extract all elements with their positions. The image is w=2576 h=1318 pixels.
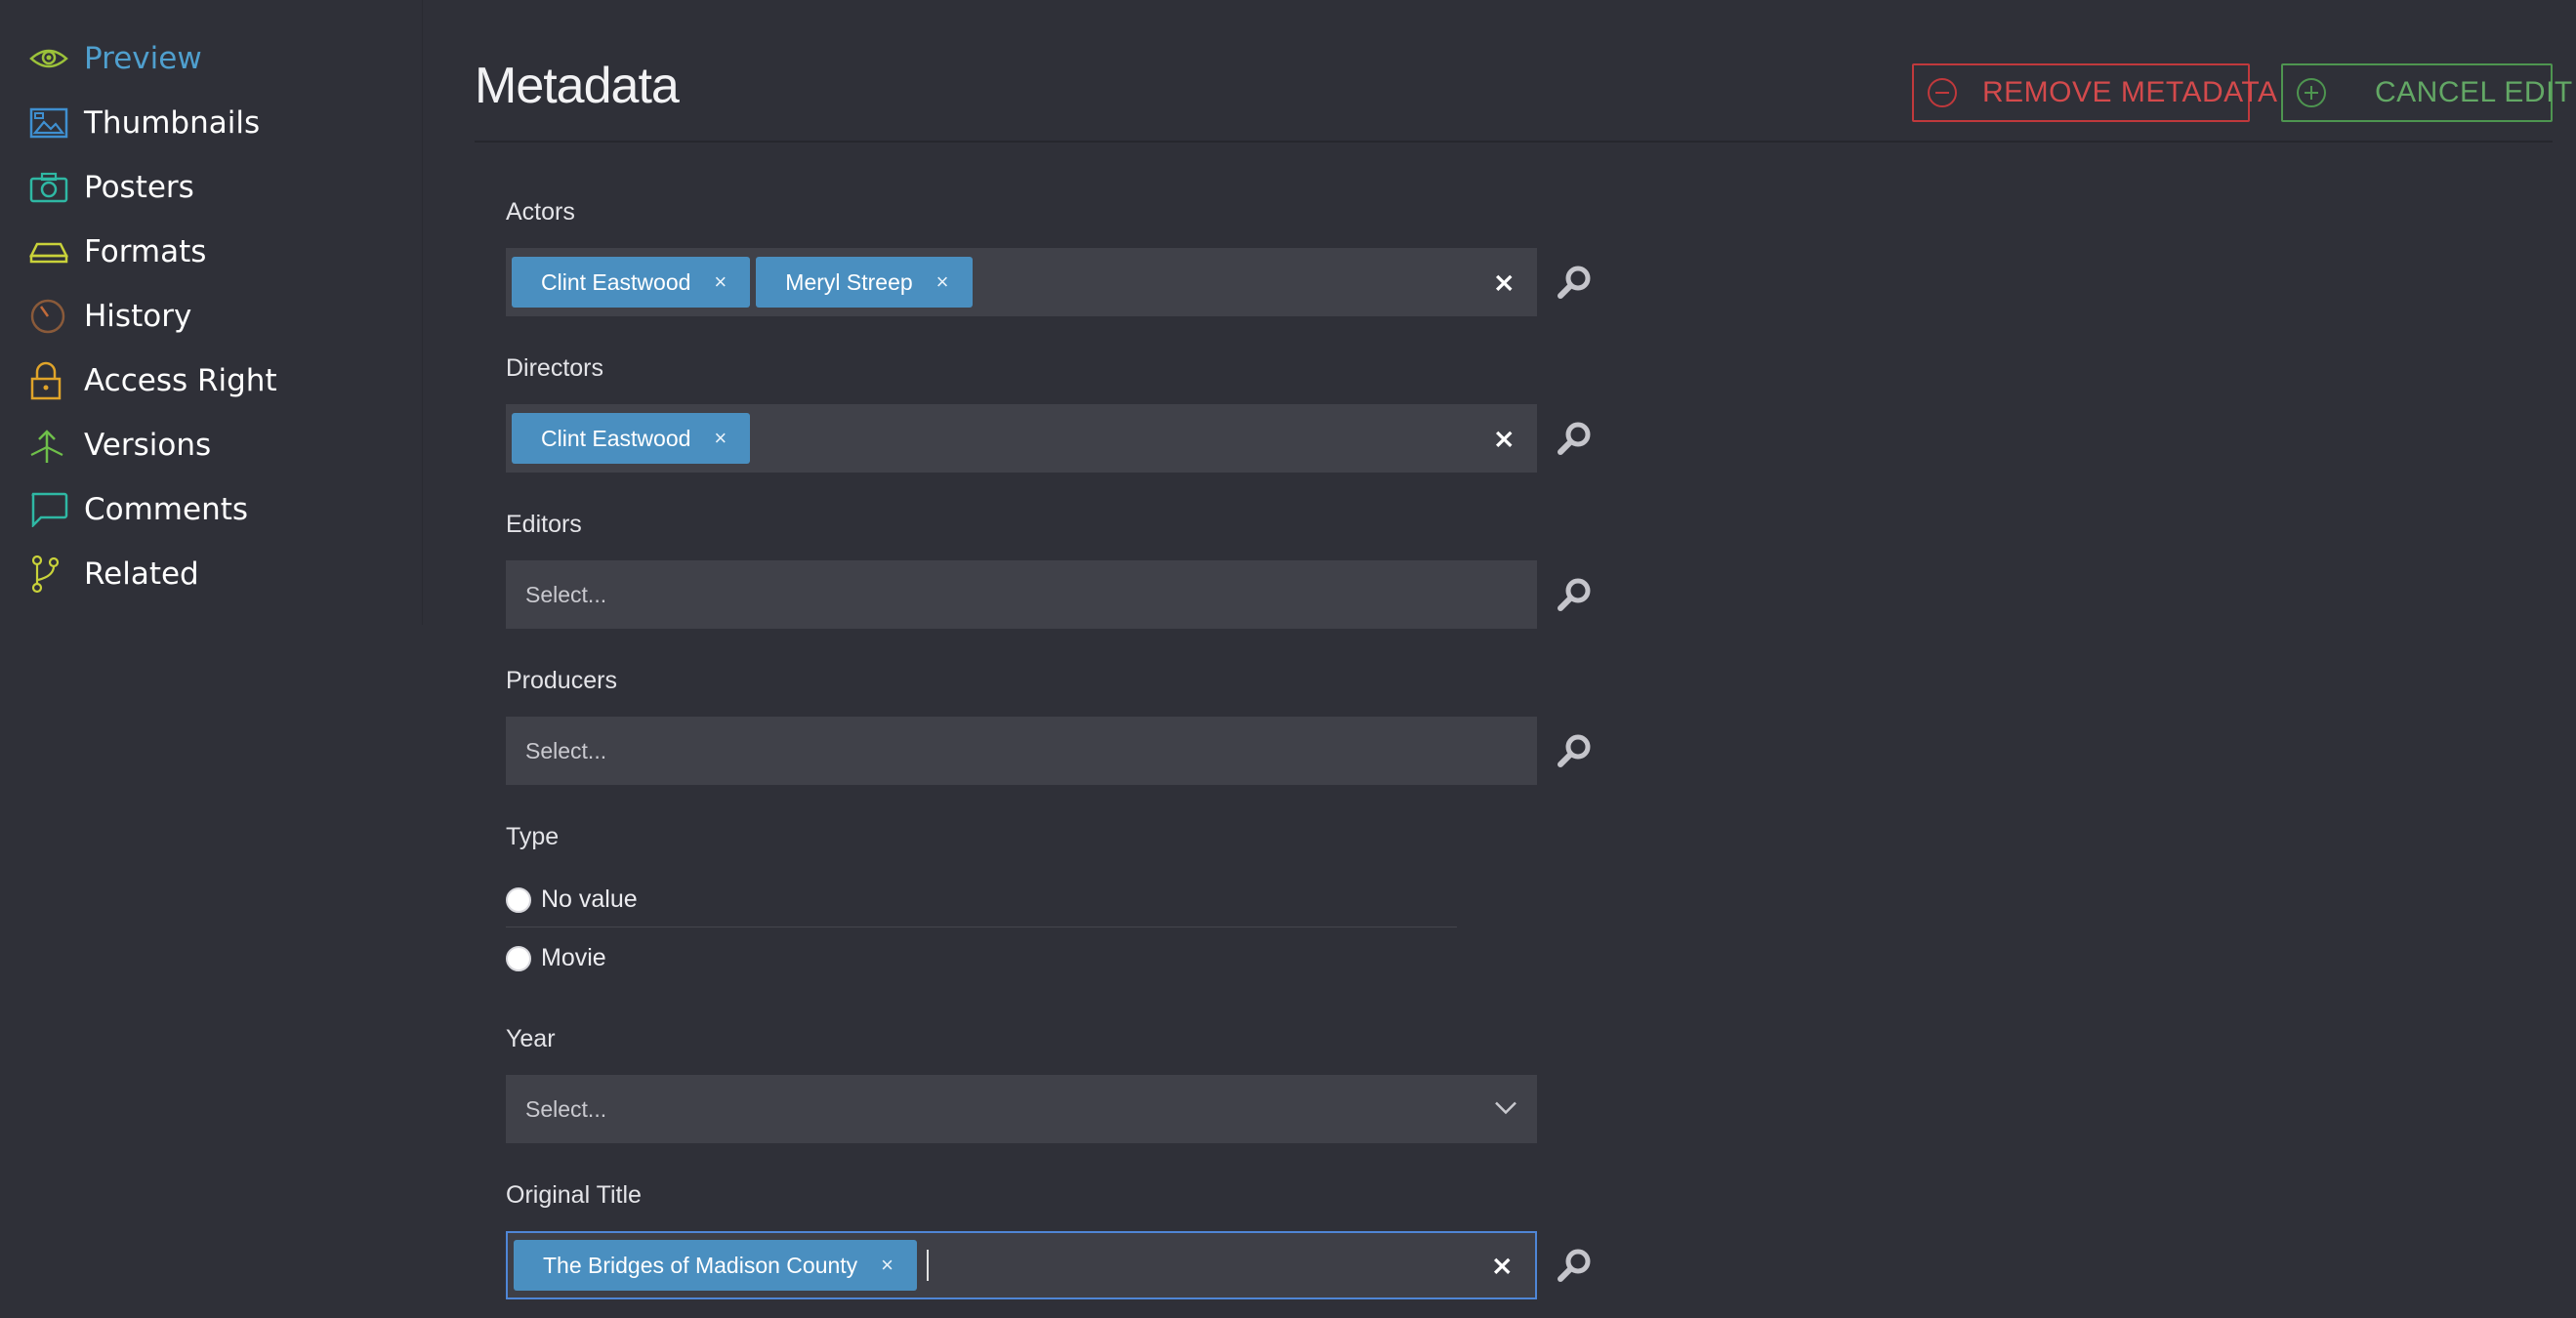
- editors-label: Editors: [506, 511, 582, 538]
- radio-button[interactable]: [506, 945, 531, 971]
- tag-remove-button[interactable]: ×: [936, 269, 973, 295]
- actors-multiselect[interactable]: Clint Eastwood × Meryl Streep × ×: [506, 248, 1537, 316]
- remove-metadata-label: REMOVE METADATA: [1982, 76, 2278, 108]
- year-dropdown[interactable]: Select...: [506, 1075, 1537, 1143]
- sidebar-item-label: Versions: [84, 428, 212, 463]
- remove-metadata-button[interactable]: REMOVE METADATA: [1912, 63, 2277, 122]
- radio-button[interactable]: [506, 886, 531, 913]
- clear-button[interactable]: ×: [1493, 267, 1516, 299]
- search-icon[interactable]: [1557, 421, 1592, 456]
- stack-icon: [29, 231, 70, 272]
- sidebar-item-preview[interactable]: Preview: [29, 31, 202, 86]
- sidebar-item-label: History: [84, 299, 192, 334]
- directors-multiselect[interactable]: Clint Eastwood × ×: [506, 404, 1537, 473]
- director-tag: Clint Eastwood ×: [512, 413, 751, 464]
- type-radio-no-value[interactable]: No value: [506, 886, 638, 914]
- sidebar-item-label: Formats: [84, 234, 207, 269]
- lock-icon: [29, 360, 70, 401]
- camera-icon: [29, 167, 70, 208]
- sidebar-item-comments[interactable]: Comments: [29, 482, 248, 537]
- sidebar: Preview Thumbnails Posters Formats Histo…: [0, 0, 423, 625]
- actor-tag: Meryl Streep ×: [756, 257, 973, 308]
- cancel-edit-label: CANCEL EDIT: [2375, 76, 2573, 108]
- actors-label: Actors: [506, 198, 575, 226]
- image-icon: [29, 103, 70, 144]
- sidebar-item-label: Access Right: [84, 363, 277, 398]
- original-title-tag: The Bridges of Madison County ×: [514, 1240, 918, 1291]
- year-placeholder: Select...: [525, 1095, 607, 1122]
- tag-label: Clint Eastwood: [541, 425, 691, 451]
- plus-circle-icon: [2295, 76, 2328, 109]
- eye-icon: [29, 38, 70, 79]
- tag-remove-button[interactable]: ×: [714, 426, 750, 451]
- type-radio-movie[interactable]: Movie: [506, 944, 606, 972]
- sidebar-item-label: Comments: [84, 492, 249, 527]
- editors-select[interactable]: Select...: [506, 560, 1537, 629]
- sidebar-item-history[interactable]: History: [29, 289, 191, 344]
- cancel-edit-button[interactable]: CANCEL EDIT: [2281, 63, 2572, 122]
- original-title-multiselect[interactable]: The Bridges of Madison County × ×: [506, 1231, 1537, 1299]
- header-divider: [475, 141, 2553, 143]
- sidebar-item-label: Thumbnails: [84, 105, 261, 141]
- editors-placeholder: Select...: [525, 581, 607, 607]
- sidebar-item-formats[interactable]: Formats: [29, 225, 206, 279]
- radio-label: Movie: [541, 944, 606, 971]
- search-icon[interactable]: [1557, 265, 1592, 300]
- search-icon[interactable]: [1557, 733, 1592, 768]
- original-title-label: Original Title: [506, 1181, 642, 1209]
- sidebar-item-posters[interactable]: Posters: [29, 160, 194, 215]
- sidebar-item-access-right[interactable]: Access Right: [29, 353, 277, 408]
- sidebar-item-label: Preview: [84, 41, 202, 76]
- text-cursor: [927, 1250, 930, 1281]
- sidebar-item-label: Related: [84, 556, 199, 592]
- clear-button[interactable]: ×: [1491, 1250, 1514, 1282]
- producers-select[interactable]: Select...: [506, 717, 1537, 785]
- radio-label: No value: [541, 886, 638, 913]
- chevron-down-icon[interactable]: [1494, 1100, 1517, 1119]
- speech-bubble-icon: [29, 489, 70, 530]
- sidebar-item-related[interactable]: Related: [29, 547, 199, 601]
- year-label: Year: [506, 1025, 556, 1052]
- upload-icon: [29, 425, 70, 466]
- minus-circle-icon: [1926, 76, 1959, 109]
- tag-label: Clint Eastwood: [541, 268, 691, 295]
- producers-placeholder: Select...: [525, 737, 607, 763]
- tag-remove-button[interactable]: ×: [714, 269, 750, 295]
- sidebar-item-versions[interactable]: Versions: [29, 418, 211, 473]
- page-title: Metadata: [475, 58, 680, 114]
- type-label: Type: [506, 823, 560, 850]
- branch-icon: [29, 554, 70, 595]
- actor-tag: Clint Eastwood ×: [512, 257, 751, 308]
- clear-button[interactable]: ×: [1493, 423, 1516, 455]
- clock-icon: [29, 296, 70, 337]
- sidebar-item-thumbnails[interactable]: Thumbnails: [29, 96, 260, 150]
- directors-label: Directors: [506, 354, 604, 382]
- tag-remove-button[interactable]: ×: [881, 1253, 917, 1278]
- search-icon[interactable]: [1557, 1248, 1592, 1283]
- tag-label: Meryl Streep: [785, 268, 913, 295]
- sidebar-item-label: Posters: [84, 170, 194, 205]
- producers-label: Producers: [506, 667, 617, 694]
- tag-label: The Bridges of Madison County: [543, 1252, 858, 1278]
- search-icon[interactable]: [1557, 577, 1592, 612]
